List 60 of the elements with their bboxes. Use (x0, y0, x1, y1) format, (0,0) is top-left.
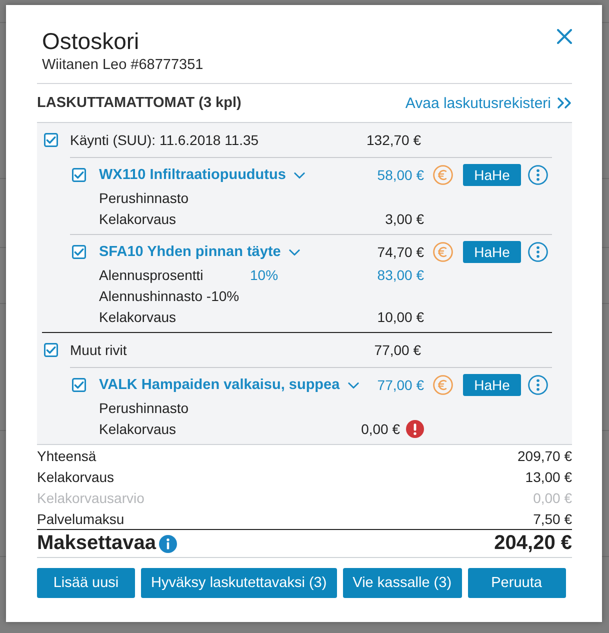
chevron-down-icon[interactable] (348, 382, 359, 388)
discount-value: 10% (250, 266, 278, 282)
procedure-title[interactable]: VALK Hampaiden valkaisu, suppea (99, 377, 340, 393)
total-label: Palvelumaksu (37, 510, 124, 526)
detail-label: Alennusprosentti (99, 266, 204, 282)
detail-amount: 3,00 € (385, 210, 424, 226)
detail-label: Perushinnasto (99, 190, 189, 206)
chevron-down-icon[interactable] (288, 248, 300, 256)
hahe-button[interactable]: HaHe (463, 374, 521, 396)
checkbox[interactable] (44, 133, 58, 147)
total-amount: 209,70 € (518, 448, 572, 464)
amount-due-value: 204,20 € (494, 532, 572, 555)
section-heading: LASKUTTAMATTOMAT (3 kpl) (37, 95, 242, 111)
action-button[interactable]: Vie kassalle (3) (342, 568, 462, 598)
close-icon[interactable] (557, 29, 572, 44)
total-amount: 0,00 € (533, 490, 572, 506)
item-price: 58,00 € (377, 167, 424, 183)
total-amount: 13,00 € (525, 468, 572, 484)
hahe-button[interactable]: HaHe (463, 241, 521, 263)
hahe-button[interactable]: HaHe (463, 164, 521, 186)
group-amount: 77,00 € (374, 342, 421, 358)
detail-label: Kelakorvaus (99, 420, 176, 436)
total-label: Kelakorvausarvio (37, 490, 144, 506)
group-label: Muut rivit (70, 342, 127, 358)
checkbox[interactable] (72, 378, 86, 392)
euro-coin-icon (433, 165, 453, 185)
total-label: Yhteensä (37, 448, 96, 464)
amount-due-label: Maksettavaa (37, 532, 156, 555)
action-button[interactable]: Lisää uusi (37, 568, 135, 598)
action-button[interactable]: Hyväksy laskutettavaksi (3) (141, 568, 337, 598)
group-amount: 132,70 € (366, 132, 421, 148)
dialog-title: Ostoskori (42, 28, 140, 55)
action-button[interactable]: Peruuta (468, 568, 566, 598)
euro-coin-icon (433, 375, 453, 395)
checkbox[interactable] (72, 245, 86, 259)
double-chevron-icon (557, 97, 572, 109)
procedure-title[interactable]: SFA10 Yhden pinnan täyte (99, 244, 281, 260)
detail-amount: 0,00 € (361, 420, 400, 436)
total-label: Kelakorvaus (37, 468, 114, 484)
customer-name: Wiitanen Leo #68777351 (42, 56, 204, 75)
detail-amount: 83,00 € (377, 266, 424, 282)
more-options-icon[interactable] (528, 242, 548, 262)
detail-label: Perushinnasto (99, 400, 189, 416)
detail-label: Kelakorvaus (99, 210, 176, 226)
chevron-down-icon[interactable] (294, 172, 305, 178)
item-price: 77,00 € (377, 377, 424, 393)
detail-amount: 10,00 € (377, 308, 424, 324)
detail-label: Kelakorvaus (99, 308, 176, 324)
item-price: 74,70 € (377, 244, 424, 260)
total-amount: 7,50 € (533, 510, 572, 526)
info-icon[interactable] (158, 534, 177, 552)
more-options-icon[interactable] (528, 375, 548, 395)
group-label: Käynti (SUU): 11.6.2018 11.35 (70, 132, 259, 148)
procedure-title[interactable]: WX110 Infiltraatiopuudutus (99, 167, 286, 183)
billing-register-link[interactable]: Avaa laskutusrekisteri (405, 94, 572, 112)
more-options-icon[interactable] (528, 165, 548, 185)
checkbox[interactable] (44, 343, 58, 357)
detail-label: Alennushinnasto -10% (99, 288, 240, 304)
checkbox[interactable] (72, 168, 86, 182)
euro-coin-icon (433, 242, 453, 262)
